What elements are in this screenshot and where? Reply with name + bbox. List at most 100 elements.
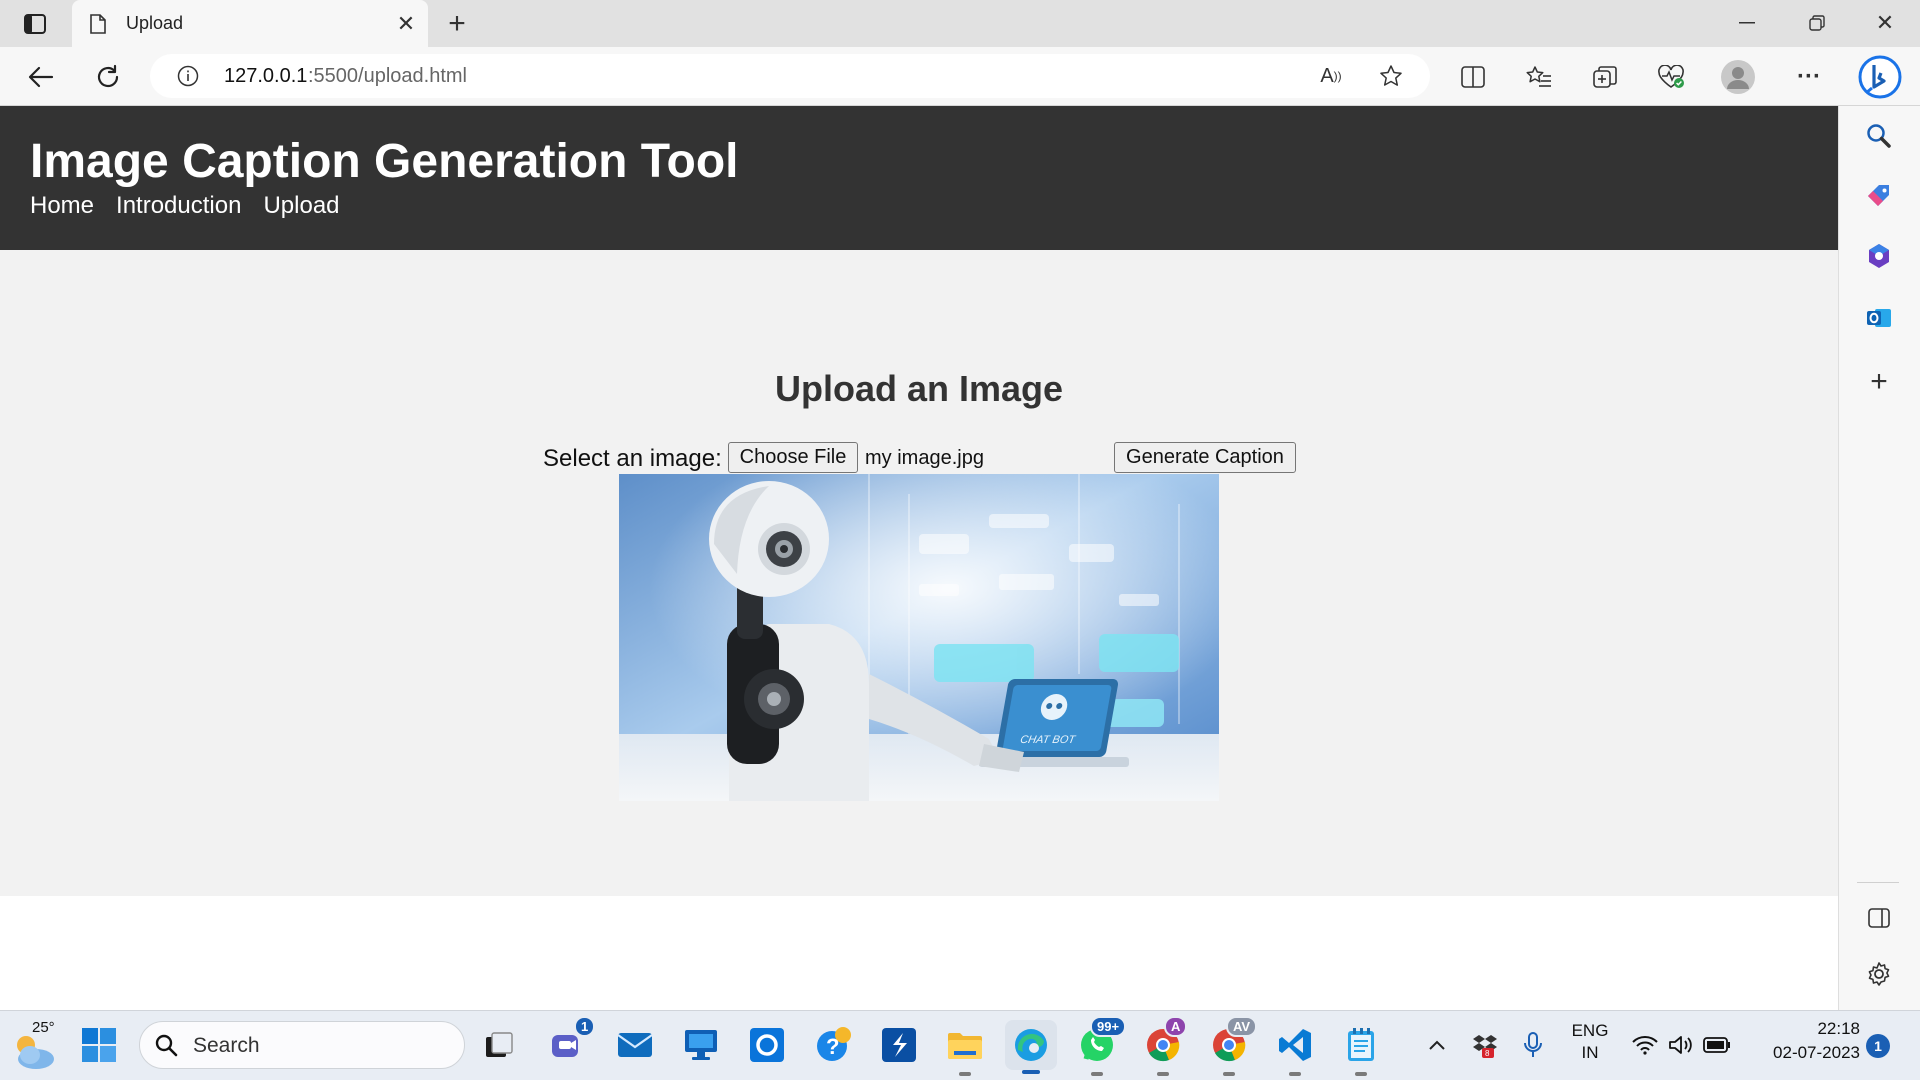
bing-chat-icon[interactable] bbox=[1855, 52, 1905, 102]
back-icon[interactable] bbox=[22, 59, 60, 95]
site-nav: Home Introduction Upload bbox=[30, 192, 340, 220]
taskbar-search-placeholder: Search bbox=[193, 1034, 260, 1057]
refresh-icon[interactable] bbox=[89, 59, 127, 95]
volume-icon[interactable] bbox=[1666, 1029, 1696, 1061]
notepad-icon[interactable] bbox=[1340, 1024, 1382, 1076]
hide-sidebar-icon[interactable] bbox=[1861, 900, 1897, 936]
close-tab-icon[interactable]: ✕ bbox=[394, 11, 418, 36]
address-bar[interactable]: 127.0.0.1:5500/upload.html A)) bbox=[150, 54, 1430, 98]
whatsapp-badge: 99+ bbox=[1090, 1016, 1127, 1037]
site-header: Image Caption Generation Tool Home Intro… bbox=[0, 106, 1838, 250]
upload-heading: Upload an Image bbox=[774, 368, 1064, 409]
active-indicator bbox=[1022, 1070, 1040, 1074]
edge-icon[interactable] bbox=[1005, 1020, 1057, 1074]
mail-icon[interactable] bbox=[614, 1024, 656, 1066]
region-code: IN bbox=[1581, 1043, 1599, 1062]
vscode-icon[interactable] bbox=[1274, 1024, 1316, 1076]
selected-file-name: my image.jpg bbox=[865, 447, 984, 469]
file-explorer-icon[interactable] bbox=[944, 1024, 986, 1076]
clock[interactable]: 22:18 02-07-2023 bbox=[1750, 1019, 1860, 1073]
browser-essentials-icon[interactable] bbox=[1654, 61, 1688, 93]
battery-icon[interactable] bbox=[1702, 1029, 1732, 1061]
tab-actions-icon[interactable] bbox=[18, 10, 52, 38]
favorites-icon[interactable] bbox=[1522, 61, 1556, 93]
tab-title: Upload bbox=[126, 13, 184, 33]
nav-upload-link[interactable]: Upload bbox=[263, 192, 339, 220]
read-aloud-icon[interactable]: A)) bbox=[1316, 63, 1346, 89]
uploaded-image-preview: CHAT BOT bbox=[619, 474, 1219, 801]
generate-caption-button[interactable]: Generate Caption bbox=[1114, 442, 1296, 473]
nav-introduction-link[interactable]: Introduction bbox=[116, 192, 241, 220]
upload-section: Upload an Image Select an image: Choose … bbox=[0, 250, 1838, 896]
whatsapp-icon[interactable]: 99+ bbox=[1076, 1016, 1127, 1076]
notification-count-badge[interactable]: 1 bbox=[1866, 1034, 1890, 1058]
url-path: :5500/upload.html bbox=[308, 65, 468, 87]
clock-time: 22:18 bbox=[1817, 1019, 1860, 1038]
wifi-icon[interactable] bbox=[1630, 1029, 1660, 1061]
browser-tab[interactable]: Upload ✕ bbox=[72, 0, 428, 47]
site-title: Image Caption Generation Tool bbox=[30, 135, 739, 188]
upload-form: Select an image: Choose File my image.jp… bbox=[543, 442, 1303, 474]
show-hidden-icons-chevron[interactable] bbox=[1424, 1029, 1450, 1061]
start-icon[interactable] bbox=[78, 1024, 120, 1066]
url-host: 127.0.0.1 bbox=[224, 65, 308, 87]
running-indicator bbox=[1355, 1072, 1367, 1076]
add-sidebar-app-icon[interactable]: + bbox=[1861, 364, 1897, 400]
running-indicator bbox=[1157, 1072, 1169, 1076]
cortana-icon[interactable] bbox=[746, 1024, 788, 1066]
chrome-icon[interactable]: A bbox=[1142, 1016, 1188, 1076]
chrome-profile-badge-av: AV bbox=[1226, 1016, 1258, 1037]
microphone-icon[interactable] bbox=[1518, 1029, 1548, 1061]
nav-home-link[interactable]: Home bbox=[30, 192, 94, 220]
robot-illustration: CHAT BOT bbox=[619, 474, 1219, 801]
search-icon bbox=[155, 1034, 178, 1057]
close-window-icon[interactable]: ✕ bbox=[1868, 8, 1902, 38]
split-screen-icon[interactable] bbox=[1456, 61, 1490, 93]
weather-temp: 25° bbox=[32, 1019, 55, 1036]
running-indicator bbox=[959, 1072, 971, 1076]
outlook-icon[interactable] bbox=[1861, 300, 1897, 336]
get-help-icon[interactable]: ? bbox=[812, 1024, 854, 1066]
windows-taskbar: 25° Search 1 ? 99+ A AV 8 ENG IN 22:18 0… bbox=[0, 1010, 1920, 1080]
running-indicator bbox=[1091, 1072, 1103, 1076]
more-menu-icon[interactable]: ··· bbox=[1792, 61, 1826, 93]
minimize-icon[interactable] bbox=[1730, 8, 1764, 38]
sidebar-settings-icon[interactable] bbox=[1861, 956, 1897, 992]
weather-widget[interactable]: 25° bbox=[10, 1019, 60, 1073]
profile-avatar-icon[interactable] bbox=[1720, 59, 1756, 95]
input-language[interactable]: ENG IN bbox=[1566, 1021, 1614, 1071]
restore-icon[interactable] bbox=[1800, 8, 1834, 38]
search-icon[interactable] bbox=[1861, 118, 1897, 154]
teams-badge: 1 bbox=[574, 1016, 596, 1037]
task-view-icon[interactable] bbox=[478, 1024, 520, 1066]
taskbar-search[interactable]: Search bbox=[139, 1021, 465, 1069]
favorite-star-icon[interactable] bbox=[1376, 63, 1406, 89]
app-s-icon[interactable] bbox=[878, 1024, 920, 1066]
collections-icon[interactable] bbox=[1588, 61, 1622, 93]
choose-file-button[interactable]: Choose File bbox=[728, 442, 858, 473]
svg-text:8: 8 bbox=[1485, 1049, 1490, 1058]
browser-toolbar: 127.0.0.1:5500/upload.html A)) ··· bbox=[0, 47, 1920, 106]
remote-desktop-icon[interactable] bbox=[680, 1024, 722, 1066]
select-image-label: Select an image: bbox=[543, 445, 722, 472]
new-tab-icon[interactable]: + bbox=[441, 7, 473, 40]
page-icon bbox=[88, 12, 108, 36]
clock-date: 02-07-2023 bbox=[1773, 1043, 1860, 1062]
svg-text:?: ? bbox=[826, 1034, 839, 1059]
web-page: Image Caption Generation Tool Home Intro… bbox=[0, 106, 1838, 1010]
site-info-icon[interactable] bbox=[176, 64, 200, 88]
chrome-profile-badge-a: A bbox=[1164, 1016, 1188, 1037]
chrome-icon[interactable]: AV bbox=[1208, 1016, 1258, 1076]
weather-cloud-icon bbox=[17, 1036, 54, 1069]
shopping-tag-icon[interactable] bbox=[1861, 178, 1897, 214]
copilot-apps-icon[interactable] bbox=[1861, 238, 1897, 274]
browser-sidebar: + bbox=[1838, 106, 1920, 1010]
language-code: ENG bbox=[1571, 1021, 1609, 1040]
sidebar-divider bbox=[1857, 882, 1899, 883]
dropbox-tray-icon[interactable]: 8 bbox=[1470, 1029, 1500, 1061]
teams-icon[interactable]: 1 bbox=[546, 1016, 596, 1066]
laptop-screen-text: CHAT BOT bbox=[1019, 734, 1077, 746]
browser-tab-bar: Upload ✕ + ✕ bbox=[0, 0, 1920, 47]
running-indicator bbox=[1223, 1072, 1235, 1076]
running-indicator bbox=[1289, 1072, 1301, 1076]
